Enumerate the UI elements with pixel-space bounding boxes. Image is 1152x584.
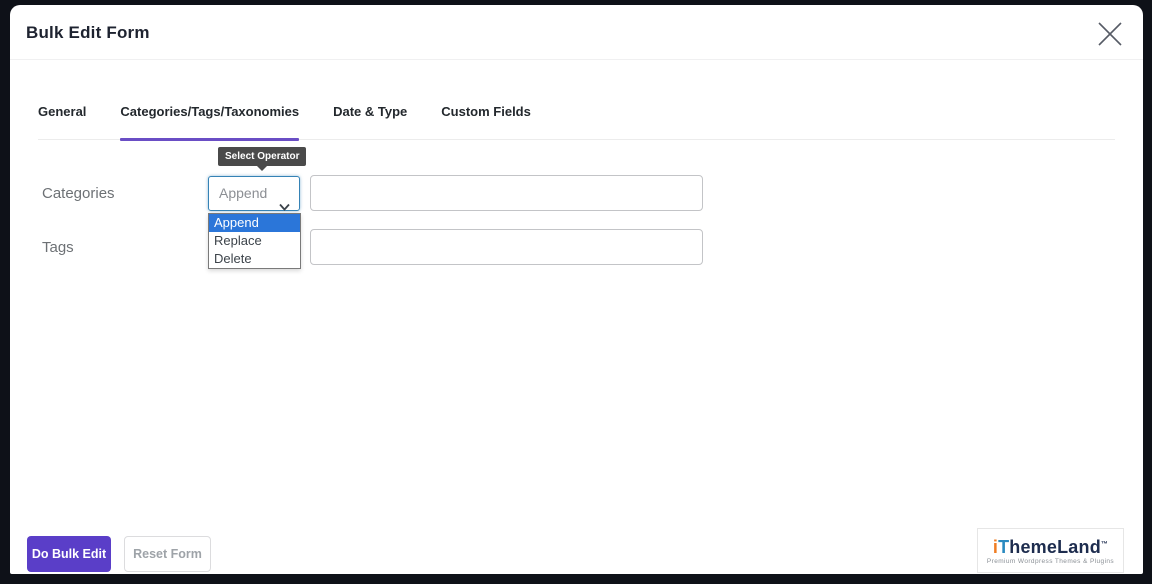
reset-form-button[interactable]: Reset Form xyxy=(124,536,211,572)
tags-label: Tags xyxy=(42,230,74,265)
modal-header: Bulk Edit Form xyxy=(10,5,1143,60)
select-operator-tooltip: Select Operator xyxy=(218,147,306,166)
categories-value-input[interactable] xyxy=(310,175,703,211)
ithemeland-logo: iThemeLand™ Premium Wordpress Themes & P… xyxy=(977,528,1124,573)
close-button[interactable] xyxy=(1095,19,1125,49)
categories-operator-select[interactable]: Append xyxy=(208,176,300,211)
bulk-edit-modal: Bulk Edit Form General Categories/Tags/T… xyxy=(10,5,1143,574)
tab-bar: General Categories/Tags/Taxonomies Date … xyxy=(38,60,1115,140)
dropdown-option-replace[interactable]: Replace xyxy=(209,232,300,250)
dropdown-option-append[interactable]: Append xyxy=(209,214,300,232)
do-bulk-edit-button[interactable]: Do Bulk Edit xyxy=(27,536,111,572)
close-icon xyxy=(1095,19,1125,49)
dropdown-option-delete[interactable]: Delete xyxy=(209,250,300,268)
logo-brand-text: iThemeLand™ xyxy=(993,536,1108,556)
operator-select-value: Append xyxy=(219,185,267,201)
tab-custom-fields[interactable]: Custom Fields xyxy=(441,104,531,139)
modal-title: Bulk Edit Form xyxy=(26,5,150,60)
logo-tagline: Premium Wordpress Themes & Plugins xyxy=(987,558,1114,565)
categories-label: Categories xyxy=(42,176,115,211)
operator-dropdown-list: Append Replace Delete xyxy=(208,213,301,269)
tab-general[interactable]: General xyxy=(38,104,86,139)
tab-date-type[interactable]: Date & Type xyxy=(333,104,407,139)
tab-categories-tags-taxonomies[interactable]: Categories/Tags/Taxonomies xyxy=(120,104,299,139)
tags-value-input[interactable] xyxy=(310,229,703,265)
